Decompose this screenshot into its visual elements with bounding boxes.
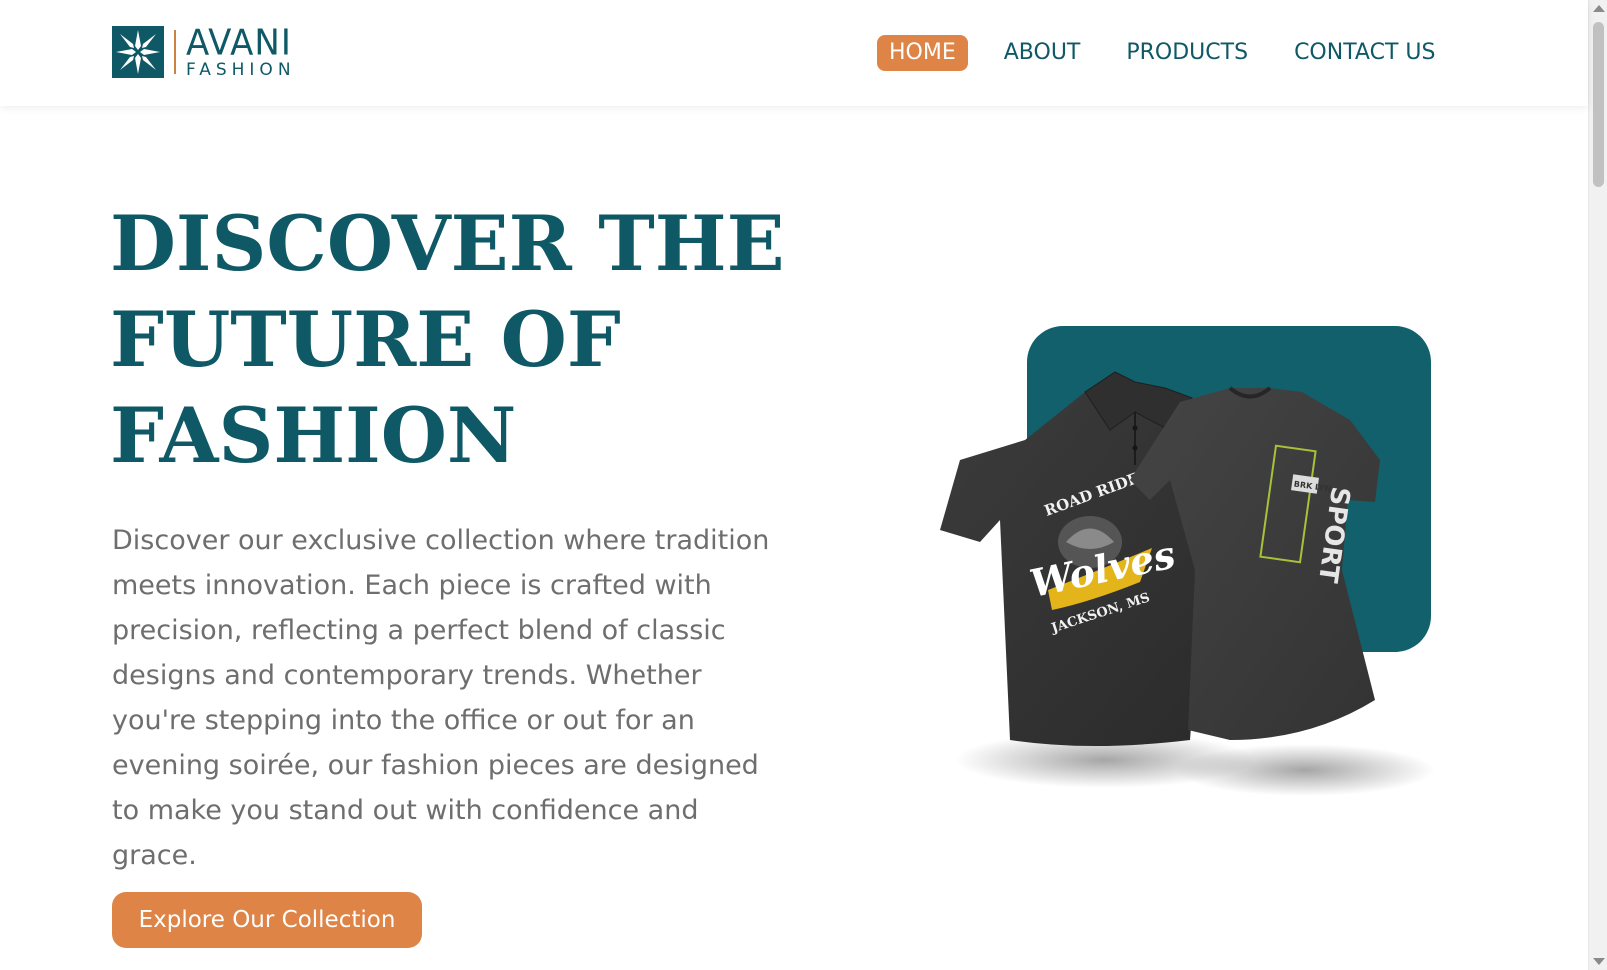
hero-description: Discover our exclusive collection where … (112, 525, 770, 871)
hero-title-line-2: FUTURE OF (110, 295, 621, 384)
scroll-up-arrow-icon[interactable] (1593, 5, 1605, 12)
nav-products[interactable]: PRODUCTS (1114, 35, 1260, 71)
logo-divider (174, 30, 176, 74)
hero-product-visual: ROAD RIDE Wolves JACKSON, MS SPORT BRK L… (930, 320, 1490, 840)
tshirts-image: ROAD RIDE Wolves JACKSON, MS SPORT BRK L… (940, 371, 1435, 796)
logo-text: AVANI FASHION (186, 21, 296, 80)
snowflake-logo-icon (112, 26, 164, 78)
site-header: AVANI FASHION HOME ABOUT PRODUCTS CONTAC… (0, 0, 1588, 106)
scrollbar-thumb[interactable] (1593, 22, 1604, 187)
nav-contact-us[interactable]: CONTACT US (1282, 35, 1447, 71)
nav-about[interactable]: ABOUT (992, 35, 1093, 71)
nav-home[interactable]: HOME (877, 35, 968, 71)
main-nav: HOME ABOUT PRODUCTS CONTACT US (877, 35, 1447, 71)
hero-title-line-3: FASHION (110, 391, 517, 480)
page-scrollbar[interactable] (1588, 0, 1607, 970)
hero-title: DISCOVER THE FUTURE OF FASHION (110, 196, 810, 484)
brand-name: AVANI (186, 21, 292, 64)
explore-collection-button[interactable]: Explore Our Collection (112, 892, 422, 948)
brand-logo[interactable]: AVANI FASHION (112, 21, 322, 80)
scroll-down-arrow-icon[interactable] (1593, 958, 1605, 965)
hero-title-line-1: DISCOVER THE (110, 199, 785, 288)
brand-tagline: FASHION (186, 59, 296, 80)
